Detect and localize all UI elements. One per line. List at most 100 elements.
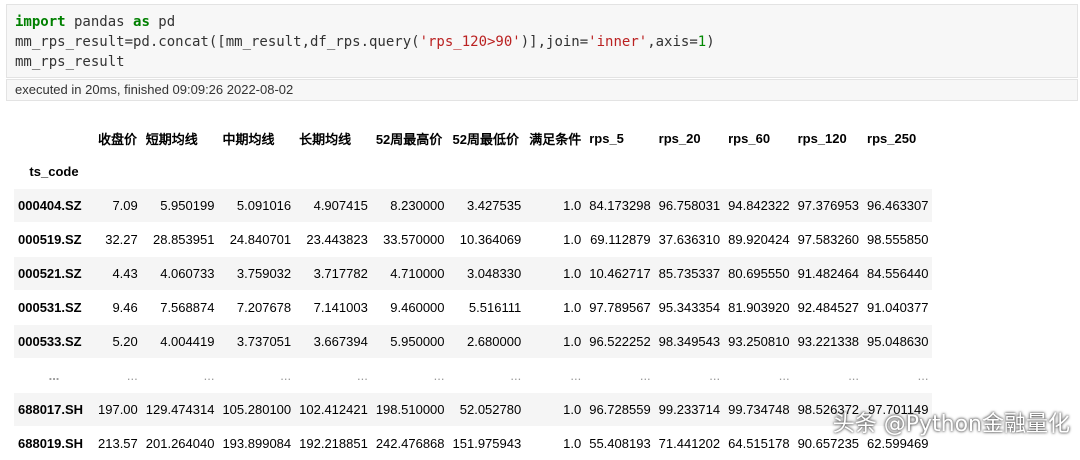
table-cell: 5.950199 <box>142 189 219 223</box>
column-header: 收盘价 <box>94 122 142 155</box>
table-cell: ... <box>863 359 932 393</box>
table-cell: 96.728559 <box>585 393 654 427</box>
table-cell: 24.840701 <box>218 223 295 257</box>
table-cell: 64.515178 <box>724 427 793 460</box>
table-cell: ... <box>585 359 654 393</box>
watermark: 头条 @Python金融量化 <box>833 406 1070 438</box>
table-cell: 4.060733 <box>142 257 219 291</box>
column-header: 52周最低价 <box>449 122 526 155</box>
code-text: pd <box>150 14 175 30</box>
column-header: rps_250 <box>863 122 932 155</box>
row-index: 688017.SH <box>14 393 94 427</box>
table-cell: 91.482464 <box>794 257 863 291</box>
table-cell: 7.141003 <box>295 291 372 325</box>
table-cell: 81.903920 <box>724 291 793 325</box>
table-cell: 4.710000 <box>372 257 449 291</box>
table-cell: 213.57 <box>94 427 142 460</box>
table-cell: 96.758031 <box>655 189 724 223</box>
table-cell: 193.899084 <box>218 427 295 460</box>
table-cell: 71.441202 <box>655 427 724 460</box>
table-cell: 4.43 <box>94 257 142 291</box>
table-cell: 32.27 <box>94 223 142 257</box>
table-cell: 23.443823 <box>295 223 372 257</box>
table-cell: 3.048330 <box>449 257 526 291</box>
table-cell: 105.280100 <box>218 393 295 427</box>
keyword-import: import <box>15 14 66 30</box>
table-row: ....................................... <box>14 359 932 393</box>
code-text: ) <box>706 34 714 50</box>
row-index: 000531.SZ <box>14 291 94 325</box>
table-cell: 94.842322 <box>724 189 793 223</box>
table-cell: 80.695550 <box>724 257 793 291</box>
table-cell: 99.734748 <box>724 393 793 427</box>
table-cell: 3.427535 <box>449 189 526 223</box>
table-cell: 197.00 <box>94 393 142 427</box>
column-header: 长期均线 <box>295 122 372 155</box>
table-cell: ... <box>724 359 793 393</box>
table-cell: ... <box>655 359 724 393</box>
table-cell: 84.556440 <box>863 257 932 291</box>
table-row: 000521.SZ4.434.0607333.7590323.7177824.7… <box>14 257 932 291</box>
table-cell: 3.667394 <box>295 325 372 359</box>
table-cell: 95.343354 <box>655 291 724 325</box>
table-cell: 2.680000 <box>449 325 526 359</box>
table-cell: 4.907415 <box>295 189 372 223</box>
table-cell: 33.570000 <box>372 223 449 257</box>
row-index: 000404.SZ <box>14 189 94 223</box>
code-cell-input[interactable]: import pandas as pd mm_rps_result=pd.con… <box>6 4 1078 78</box>
code-number: 1 <box>698 34 706 50</box>
table-cell: 84.173298 <box>585 189 654 223</box>
table-cell: 151.975943 <box>449 427 526 460</box>
table-cell: 9.46 <box>94 291 142 325</box>
table-cell: 1.0 <box>525 257 585 291</box>
table-cell: 1.0 <box>525 427 585 460</box>
table-cell: ... <box>794 359 863 393</box>
table-cell: 69.112879 <box>585 223 654 257</box>
table-cell: 28.853951 <box>142 223 219 257</box>
table-cell: 96.463307 <box>863 189 932 223</box>
execution-status: executed in 20ms, finished 09:09:26 2022… <box>6 79 1078 101</box>
table-cell: 5.516111 <box>449 291 526 325</box>
table-cell: 102.412421 <box>295 393 372 427</box>
column-header-row: 收盘价短期均线中期均线长期均线52周最高价52周最低价满足条件rps_5rps_… <box>14 122 932 155</box>
table-cell: 129.474314 <box>142 393 219 427</box>
table-cell: 7.207678 <box>218 291 295 325</box>
dataframe-output: 收盘价短期均线中期均线长期均线52周最高价52周最低价满足条件rps_5rps_… <box>14 122 932 460</box>
code-text: ,axis= <box>647 34 698 50</box>
code-string: 'inner' <box>588 34 647 50</box>
index-name: ts_code <box>14 155 94 189</box>
table-row: 000533.SZ5.204.0044193.7370513.6673945.9… <box>14 325 932 359</box>
table-cell: 96.522252 <box>585 325 654 359</box>
table-cell: 1.0 <box>525 393 585 427</box>
table-cell: ... <box>449 359 526 393</box>
table-cell: 198.510000 <box>372 393 449 427</box>
table-cell: 98.349543 <box>655 325 724 359</box>
table-cell: 7.09 <box>94 189 142 223</box>
table-cell: 91.040377 <box>863 291 932 325</box>
code-text: )],join= <box>521 34 588 50</box>
table-cell: ... <box>142 359 219 393</box>
table-cell: ... <box>218 359 295 393</box>
table-cell: 3.759032 <box>218 257 295 291</box>
table-cell: 93.221338 <box>794 325 863 359</box>
table-cell: 97.376953 <box>794 189 863 223</box>
table-cell: 8.230000 <box>372 189 449 223</box>
table-row: 000519.SZ32.2728.85395124.84070123.44382… <box>14 223 932 257</box>
table-cell: 10.364069 <box>449 223 526 257</box>
table-cell: 98.555850 <box>863 223 932 257</box>
code-line-1: import pandas as pd <box>15 13 175 31</box>
keyword-as: as <box>133 14 150 30</box>
table-cell: 192.218851 <box>295 427 372 460</box>
table-cell: 5.20 <box>94 325 142 359</box>
table-cell: 1.0 <box>525 291 585 325</box>
table-row: 688017.SH197.00129.474314105.280100102.4… <box>14 393 932 427</box>
table-cell: 7.568874 <box>142 291 219 325</box>
code-line-3: mm_rps_result <box>15 53 125 71</box>
row-index: ... <box>14 359 94 393</box>
table-cell: 4.004419 <box>142 325 219 359</box>
table-cell: 3.717782 <box>295 257 372 291</box>
table-cell: 9.460000 <box>372 291 449 325</box>
table-cell: 52.052780 <box>449 393 526 427</box>
column-header: 满足条件 <box>525 122 585 155</box>
table-cell: 1.0 <box>525 223 585 257</box>
